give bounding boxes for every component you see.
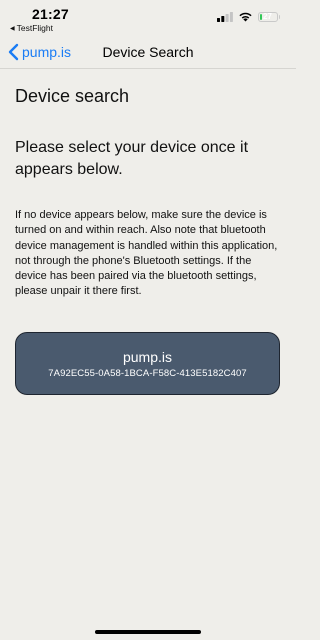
status-time: 21:27 bbox=[32, 6, 69, 22]
battery-cap bbox=[278, 14, 280, 19]
device-list-item[interactable]: pump.is 7A92EC55-0A58-1BCA-F58C-413E5182… bbox=[15, 332, 280, 395]
battery-icon: 27 bbox=[257, 11, 278, 22]
back-to-app-link[interactable]: ◀ TestFlight bbox=[10, 23, 53, 33]
select-device-prompt: Please select your device once it appear… bbox=[15, 139, 249, 178]
device-id: 7A92EC55-0A58-1BCA-F58C-413E5182C407 bbox=[48, 368, 247, 379]
help-text: If no device appears below, make sure th… bbox=[15, 209, 278, 298]
nav-back-label: pump.is bbox=[22, 44, 72, 60]
back-triangle-icon: ◀ bbox=[10, 25, 15, 32]
chevron-left-icon bbox=[8, 43, 19, 61]
battery-percent: 27 bbox=[263, 11, 272, 21]
navigation-bar: pump.is Device Search bbox=[0, 36, 296, 69]
wifi-icon bbox=[238, 12, 252, 22]
nav-back-button[interactable]: pump.is bbox=[6, 42, 71, 62]
status-icons: 27 bbox=[216, 11, 280, 22]
device-name: pump.is bbox=[122, 349, 173, 365]
status-bar: 21:27 ◀ TestFlight 27 bbox=[0, 0, 296, 36]
back-app-label: TestFlight bbox=[16, 23, 53, 33]
home-indicator[interactable] bbox=[95, 630, 201, 634]
cellular-signal-icon bbox=[216, 11, 233, 22]
page-heading: Device search bbox=[15, 86, 130, 106]
